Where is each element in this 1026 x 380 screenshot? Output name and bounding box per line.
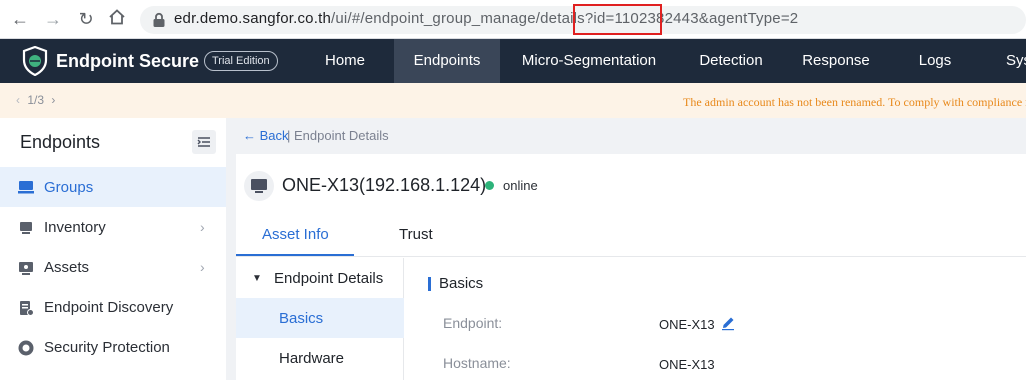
- sub-nav-group-endpoint-details[interactable]: Endpoint Details: [274, 270, 383, 287]
- sidebar-collapse-button[interactable]: [192, 130, 216, 154]
- top-nav-detection[interactable]: Detection: [684, 39, 778, 83]
- top-nav-logs[interactable]: Logs: [900, 39, 970, 83]
- field-label-hostname: Hostname:: [443, 355, 511, 371]
- sub-nav-item-hardware[interactable]: Hardware: [279, 350, 344, 367]
- sidebar-item-label: Security Protection: [44, 339, 170, 356]
- sidebar-item-label: Inventory: [44, 219, 106, 236]
- url-text[interactable]: edr.demo.sangfor.co.th/ui/#/endpoint_gro…: [174, 10, 798, 27]
- field-value-hostname: ONE-X13: [659, 357, 715, 372]
- tab-asset-info[interactable]: Asset Info: [262, 226, 329, 243]
- chevron-right-icon: ›: [200, 259, 205, 275]
- url-id-highlight-box: [573, 4, 662, 35]
- assets-icon: [17, 259, 35, 277]
- sidebar-item-label: Endpoint Discovery: [44, 299, 174, 316]
- forward-arrow-icon[interactable]: →: [42, 8, 64, 30]
- chevron-right-icon: ›: [200, 219, 205, 235]
- top-nav-micro-segmentation[interactable]: Micro-Segmentation: [508, 39, 670, 83]
- field-value-endpoint: ONE-X13: [659, 317, 715, 332]
- breadcrumb-current: | Endpoint Details: [287, 128, 389, 143]
- url-path: /ui/#/endpoint_group_manage/details?id: [331, 10, 606, 27]
- pager-count: 1/3: [27, 93, 45, 107]
- lock-icon[interactable]: [152, 12, 166, 28]
- collapse-menu-icon: [197, 137, 210, 147]
- tab-trust[interactable]: Trust: [399, 226, 433, 243]
- monitor-icon: [244, 171, 274, 201]
- field-label-endpoint: Endpoint:: [443, 315, 503, 331]
- edit-pencil-icon[interactable]: [720, 315, 736, 331]
- url-host: edr.demo.sangfor.co.th: [174, 10, 332, 27]
- brand-name[interactable]: Endpoint Secure: [56, 51, 199, 72]
- inventory-icon: [17, 219, 35, 237]
- sidebar-item-label: Groups: [44, 179, 94, 196]
- home-icon[interactable]: [106, 8, 128, 30]
- notice-pager: ‹ 1/3 ›: [16, 93, 55, 107]
- discovery-icon: [17, 299, 35, 317]
- top-nav-home[interactable]: Home: [305, 39, 385, 83]
- status-dot: [485, 181, 494, 190]
- caret-down-icon[interactable]: ▼: [252, 273, 262, 284]
- section-marker: [428, 277, 431, 291]
- status-text: online: [503, 178, 538, 193]
- pager-prev-icon[interactable]: ‹: [16, 93, 20, 107]
- section-title: Basics: [439, 275, 484, 292]
- top-nav-system[interactable]: Sys: [1006, 39, 1026, 83]
- security-icon: [17, 339, 35, 357]
- sub-nav-item-label: Basics: [279, 310, 324, 327]
- url-query-tail: &agentType=2: [698, 10, 799, 27]
- top-nav-endpoints[interactable]: Endpoints: [394, 39, 500, 83]
- edition-badge: Trial Edition: [204, 51, 278, 71]
- endpoint-title: ONE-X13(192.168.1.124): [282, 175, 487, 195]
- tabs-divider: [236, 256, 1026, 257]
- sidebar-title: Endpoints: [20, 132, 101, 152]
- back-arrow-icon: ←: [243, 128, 256, 143]
- reload-icon[interactable]: ↻: [75, 8, 97, 30]
- active-tab-indicator: [236, 254, 354, 256]
- groups-icon: [17, 178, 35, 196]
- back-link[interactable]: ← Back: [243, 128, 289, 143]
- top-nav-response[interactable]: Response: [790, 39, 882, 83]
- notice-message: The admin account has not been renamed. …: [683, 95, 1026, 109]
- back-arrow-icon[interactable]: ←: [9, 8, 31, 30]
- pager-next-icon[interactable]: ›: [51, 93, 55, 107]
- back-label: Back: [259, 128, 289, 143]
- sidebar-item-label: Assets: [44, 259, 90, 276]
- shield-logo-icon: [22, 45, 48, 77]
